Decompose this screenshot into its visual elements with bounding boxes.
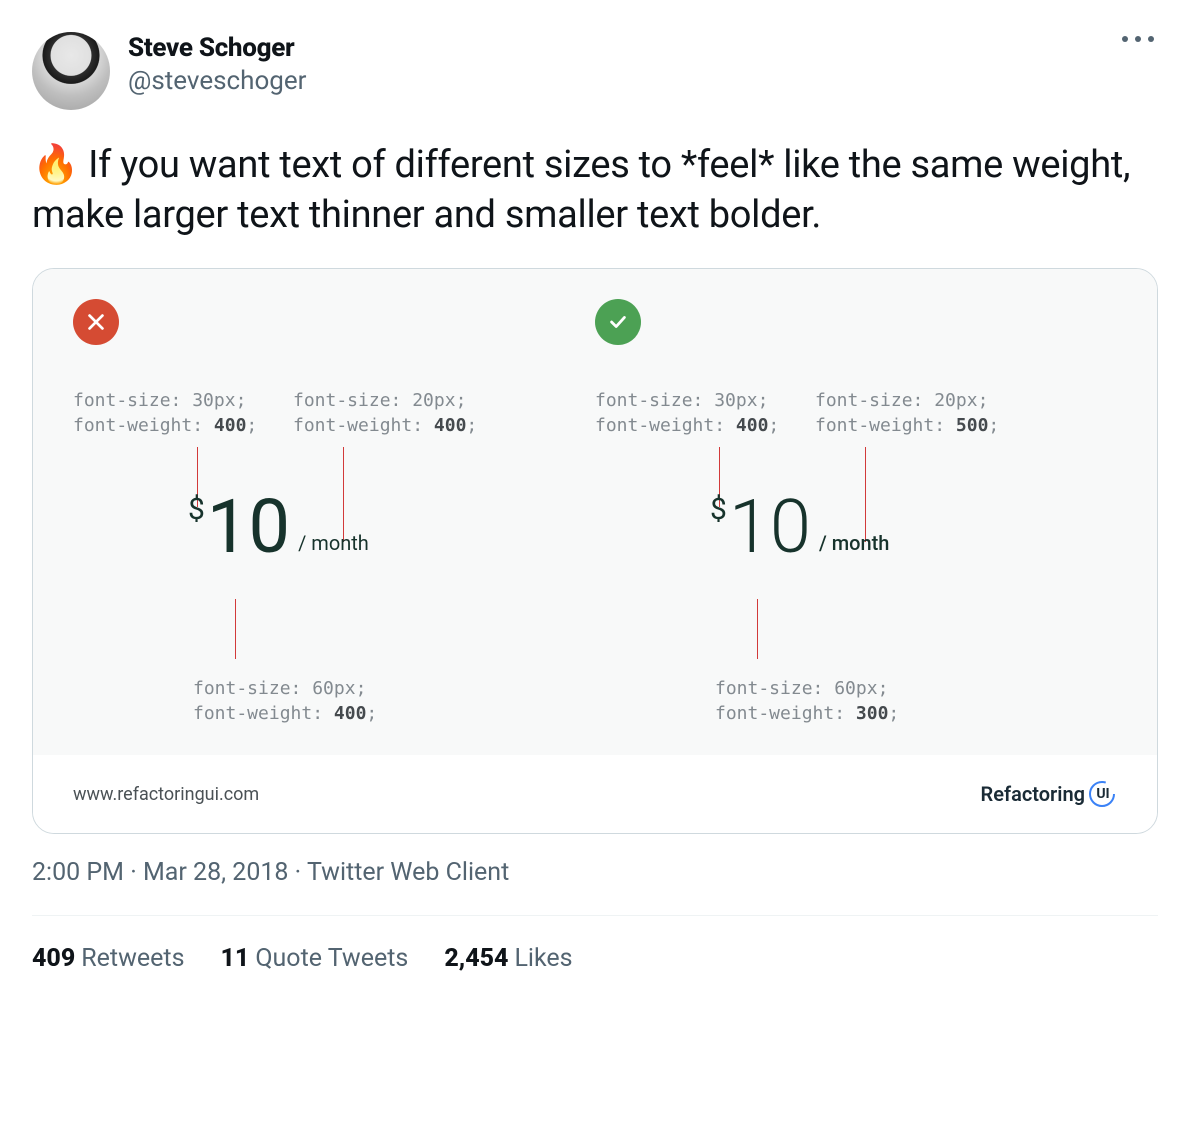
indicator-line (757, 599, 758, 659)
brand-logo: Refactoring UI (981, 779, 1117, 809)
fire-icon: 🔥 (32, 143, 79, 187)
check-icon (595, 299, 641, 345)
annotation-amount-bad: font-size: 60px; font-weight: 400; (193, 677, 377, 726)
example-bad: font-size: 30px; font-weight: 400; font-… (73, 299, 595, 739)
author-name: Steve Schoger (128, 32, 306, 65)
annotation-dollar-bad: font-size: 30px; font-weight: 400; (73, 389, 257, 438)
card-body: font-size: 30px; font-weight: 400; font-… (33, 269, 1157, 755)
divider (32, 915, 1158, 916)
price-display-good: $ 10 / month (710, 491, 889, 565)
price-display-bad: $ 10 / month (188, 491, 369, 565)
tweet-header: Steve Schoger @steveschoger (32, 32, 1158, 110)
footer-url: www.refactoringui.com (73, 784, 259, 805)
retweets-stat[interactable]: 409Retweets (32, 944, 184, 973)
example-good: font-size: 30px; font-weight: 400; font-… (595, 299, 1117, 739)
tweet-meta: 2:00 PM · Mar 28, 2018 · Twitter Web Cli… (32, 858, 1158, 887)
tweet-text: 🔥 If you want text of different sizes to… (32, 140, 1158, 240)
annotation-amount-good: font-size: 60px; font-weight: 300; (715, 677, 899, 726)
more-options-icon (1122, 36, 1128, 42)
quotes-stat[interactable]: 11Quote Tweets (220, 944, 408, 973)
annotation-dollar-good: font-size: 30px; font-weight: 400; (595, 389, 779, 438)
more-options-button[interactable] (1122, 36, 1154, 42)
avatar[interactable] (32, 32, 110, 110)
card-footer: www.refactoringui.com Refactoring UI (33, 755, 1157, 833)
likes-stat[interactable]: 2,454Likes (444, 944, 572, 973)
author-block[interactable]: Steve Schoger @steveschoger (128, 32, 306, 97)
tweet-date[interactable]: Mar 28, 2018 (143, 858, 289, 887)
annotation-month-good: font-size: 20px; font-weight: 500; (815, 389, 999, 438)
tweet-stats: 409Retweets 11Quote Tweets 2,454Likes (32, 944, 1158, 1003)
tweet-card: Steve Schoger @steveschoger 🔥 If you wan… (0, 0, 1190, 1136)
author-handle: @steveschoger (128, 65, 306, 98)
x-icon (73, 299, 119, 345)
annotation-month-bad: font-size: 20px; font-weight: 400; (293, 389, 477, 438)
tweet-source[interactable]: Twitter Web Client (307, 858, 509, 887)
indicator-line (235, 599, 236, 659)
embedded-image-card[interactable]: font-size: 30px; font-weight: 400; font-… (32, 268, 1158, 834)
tweet-time[interactable]: 2:00 PM (32, 858, 124, 887)
